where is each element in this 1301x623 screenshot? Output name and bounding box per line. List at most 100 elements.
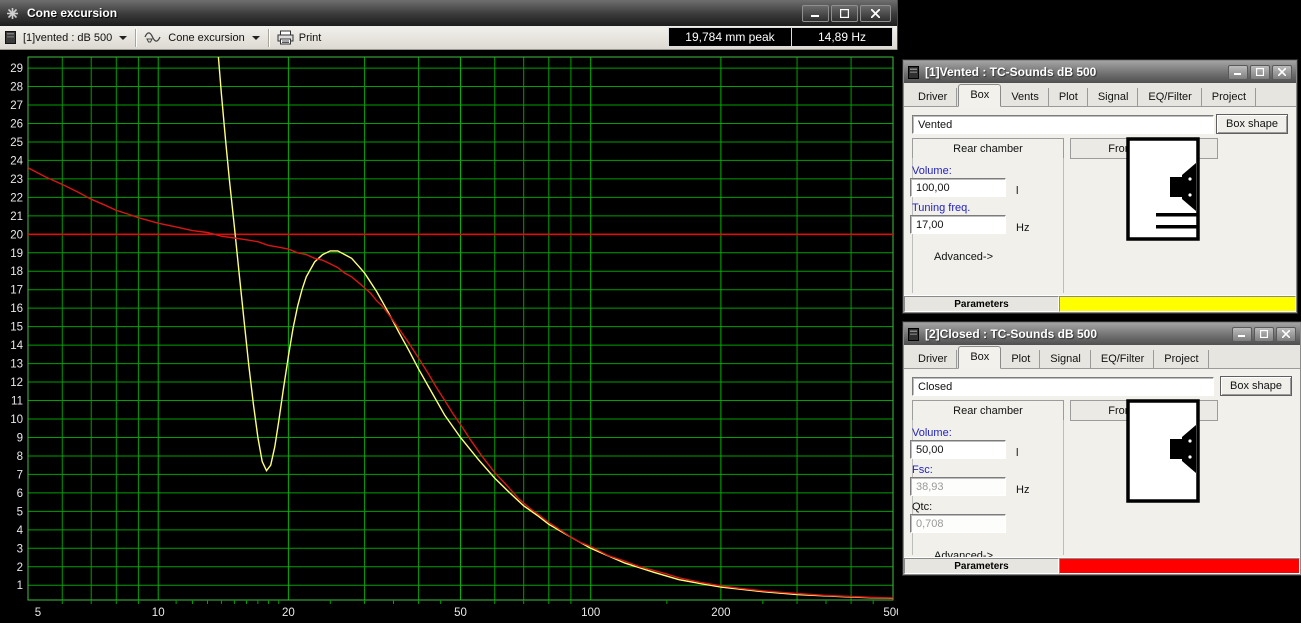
x-tick-label: 5 (35, 607, 41, 618)
x-tick-label: 10 (152, 607, 165, 618)
child-titlebar[interactable]: [2]Closed : TC-Sounds dB 500 (904, 323, 1300, 345)
cone-excursion-window: Cone excursion [1]vented : dB 500 (0, 0, 898, 618)
tab-box[interactable]: Box (958, 84, 1001, 107)
tab-plot[interactable]: Plot (1050, 88, 1088, 107)
closed-project-window: [2]Closed : TC-Sounds dB 500 DriverBoxPlo… (903, 322, 1301, 575)
box-shape-button[interactable]: Box shape (1220, 376, 1292, 396)
y-tick-label: 10 (10, 414, 23, 426)
y-tick-label: 29 (10, 63, 23, 75)
y-tick-label: 8 (17, 451, 23, 463)
qtc-input: 0,708 (910, 514, 1006, 533)
tab-rear-chamber[interactable]: Rear chamber (912, 400, 1064, 421)
y-tick-label: 14 (10, 340, 23, 352)
printer-icon (277, 30, 294, 45)
x-tick-label: 20 (282, 607, 295, 618)
minimize-icon (1234, 68, 1242, 76)
close-button[interactable] (1272, 65, 1292, 80)
parameters-status-bar (1059, 296, 1296, 312)
driver-icon (908, 328, 919, 341)
y-tick-label: 18 (10, 266, 23, 278)
minimize-button[interactable] (802, 5, 829, 22)
main-titlebar[interactable]: Cone excursion (0, 0, 897, 26)
tuning-freq-unit: Hz (1016, 222, 1029, 234)
tab-strip: DriverBoxVentsPlotSignalEQ/FilterProject (904, 83, 1296, 107)
sine-wave-icon (144, 31, 162, 44)
y-tick-label: 7 (17, 469, 23, 481)
y-tick-label: 15 (10, 322, 23, 334)
maximize-button[interactable] (1254, 327, 1274, 342)
parameters-status-label: Parameters (904, 296, 1059, 312)
chevron-down-icon (119, 36, 127, 40)
tab-driver[interactable]: Driver (909, 88, 957, 107)
tuning-freq-input[interactable]: 17,00 (910, 215, 1006, 234)
close-button[interactable] (860, 5, 891, 22)
child-window-title: [2]Closed : TC-Sounds dB 500 (925, 327, 1097, 341)
toolbar-separator (135, 29, 136, 47)
tab-eq-filter[interactable]: EQ/Filter (1092, 350, 1154, 369)
y-tick-label: 19 (10, 248, 23, 260)
parameters-status-label: Parameters (904, 558, 1059, 574)
y-tick-label: 4 (17, 525, 24, 537)
y-tick-label: 12 (10, 377, 23, 389)
tab-project[interactable]: Project (1155, 350, 1208, 369)
y-tick-label: 25 (10, 137, 23, 149)
advanced-link[interactable]: Advanced-> (934, 251, 993, 263)
tab-rear-chamber[interactable]: Rear chamber (912, 138, 1064, 159)
y-tick-label: 24 (10, 155, 23, 167)
close-icon (1282, 330, 1290, 338)
maximize-icon (1260, 330, 1268, 338)
minimize-button[interactable] (1232, 327, 1252, 342)
tab-vents[interactable]: Vents (1002, 88, 1049, 107)
chevron-down-icon (252, 36, 260, 40)
maximize-button[interactable] (831, 5, 858, 22)
child-titlebar[interactable]: [1]Vented : TC-Sounds dB 500 (904, 61, 1296, 83)
tab-box[interactable]: Box (958, 346, 1001, 369)
tab-project[interactable]: Project (1203, 88, 1256, 107)
fsc-input: 38,93 (910, 477, 1006, 496)
y-tick-label: 9 (17, 432, 23, 444)
excursion-plot: 1234567891011121314151617181920212223242… (0, 50, 898, 618)
tab-signal[interactable]: Signal (1041, 350, 1091, 369)
box-tab-content: ClosedBox shapeRear chamberFront chamber… (904, 369, 1300, 557)
peak-excursion-readout: 19,784 mm peak (668, 27, 792, 47)
y-tick-label: 1 (17, 580, 23, 592)
close-icon (1278, 68, 1286, 76)
y-tick-label: 28 (10, 82, 23, 94)
minimize-button[interactable] (1228, 65, 1248, 80)
plot-type-selector-dropdown[interactable]: Cone excursion (139, 28, 264, 48)
print-button[interactable]: Print (272, 28, 327, 48)
maximize-icon (1256, 68, 1264, 76)
main-window-title: Cone excursion (27, 6, 117, 20)
volume-input[interactable]: 50,00 (910, 440, 1006, 459)
y-tick-label: 22 (10, 192, 23, 204)
y-tick-label: 17 (10, 285, 23, 297)
plot-type-selector-label: Cone excursion (168, 32, 244, 44)
box-type-field[interactable]: Closed (912, 377, 1214, 396)
tab-driver[interactable]: Driver (909, 350, 957, 369)
closed-box-diagram (1126, 399, 1202, 503)
tab-strip: DriverBoxPlotSignalEQ/FilterProject (904, 345, 1300, 369)
volume-input[interactable]: 100,00 (910, 178, 1006, 197)
tab-eq-filter[interactable]: EQ/Filter (1139, 88, 1201, 107)
tab-signal[interactable]: Signal (1089, 88, 1139, 107)
driver-icon (908, 66, 919, 79)
box-type-field[interactable]: Vented (912, 115, 1214, 134)
maximize-button[interactable] (1250, 65, 1270, 80)
series-curve-1-vented-db-500 (218, 57, 893, 598)
close-button[interactable] (1276, 327, 1296, 342)
y-tick-label: 3 (17, 543, 23, 555)
y-tick-label: 2 (17, 562, 23, 574)
box-shape-button[interactable]: Box shape (1216, 114, 1288, 134)
y-tick-label: 11 (11, 396, 23, 408)
tab-plot[interactable]: Plot (1002, 350, 1040, 369)
parameters-statusbar: Parameters (904, 557, 1300, 574)
window-icon (6, 7, 19, 20)
driver-icon (5, 31, 16, 44)
box-tab-content: VentedBox shapeRear chamberFront chamber… (904, 107, 1296, 295)
qtc-label: Qtc: (912, 501, 932, 513)
y-tick-label: 21 (10, 211, 23, 223)
print-label: Print (299, 32, 322, 44)
project-selector-dropdown[interactable]: [1]vented : dB 500 (0, 28, 132, 48)
volume-label: Volume: (912, 427, 952, 439)
parameters-status-bar (1059, 558, 1300, 574)
